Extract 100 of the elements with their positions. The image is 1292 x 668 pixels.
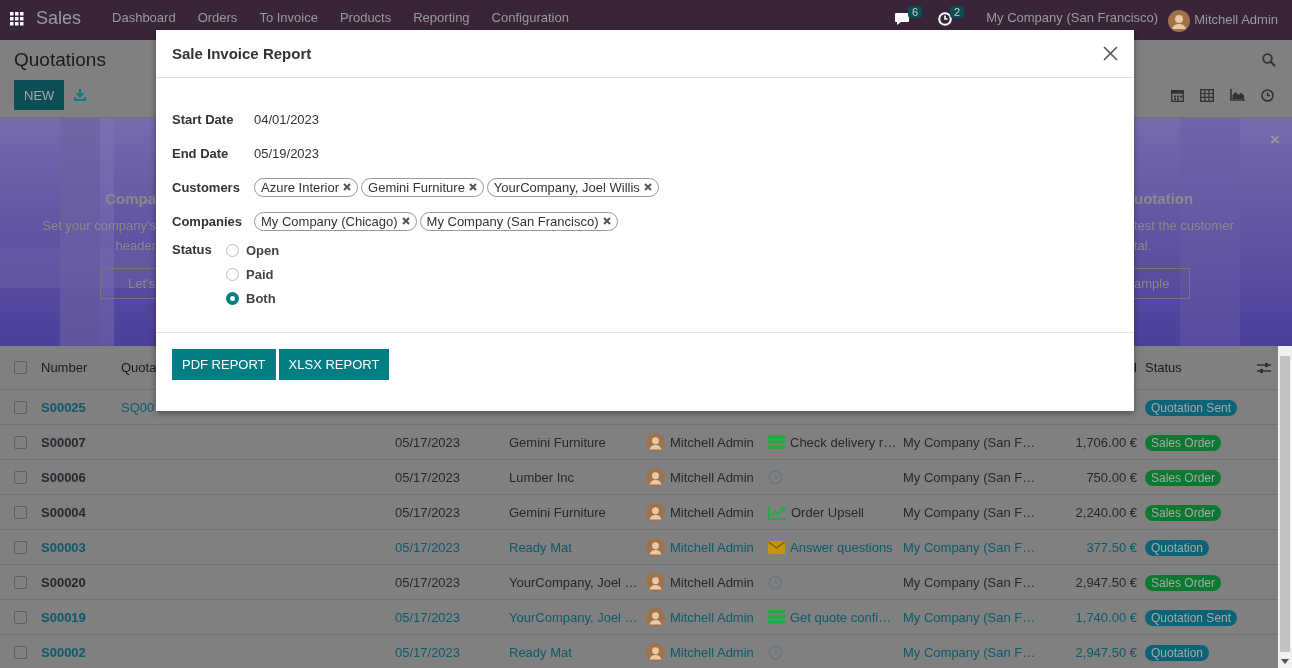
row-checkbox[interactable] <box>14 645 27 659</box>
company-name: My Company (San F… <box>903 644 1036 660</box>
radio-button[interactable] <box>226 291 239 305</box>
salesperson-name: Mitchell Admin <box>670 644 754 660</box>
chat-icon[interactable] <box>894 12 910 26</box>
status-badge: Quotation <box>1145 539 1210 556</box>
list-icon[interactable] <box>768 610 785 624</box>
order-number: S00007 <box>41 434 87 450</box>
row-checkbox[interactable] <box>14 400 27 414</box>
order-date: 05/17/2023 <box>395 609 461 625</box>
order-total: 1,706.00 € <box>1075 434 1137 450</box>
company-name: My Company (San F… <box>903 574 1036 590</box>
status-badge: Sales Order <box>1145 469 1222 486</box>
order-number: S00019 <box>41 609 87 625</box>
line-chart-icon[interactable] <box>768 504 786 520</box>
order-total: 1,740.00 € <box>1075 609 1137 625</box>
remove-icon[interactable] <box>643 183 652 191</box>
date-field[interactable]: 05/19/2023 <box>254 143 320 163</box>
remove-icon[interactable] <box>343 183 352 191</box>
menu-item[interactable]: Products <box>339 10 392 25</box>
download-icon[interactable] <box>74 89 87 101</box>
menu-item[interactable]: Configuration <box>491 10 569 25</box>
field-label: Start Date <box>172 111 235 127</box>
activity-summary: Answer questions <box>790 539 893 555</box>
order-number: S00025 <box>41 399 87 415</box>
order-date: 05/17/2023 <box>395 539 461 555</box>
list-icon[interactable] <box>768 435 785 449</box>
search-icon[interactable] <box>1262 53 1276 67</box>
field-label: End Date <box>172 145 230 161</box>
apps-grid-icon[interactable] <box>10 12 24 26</box>
order-total: 2,240.00 € <box>1075 504 1137 520</box>
salesperson-name: Mitchell Admin <box>670 434 754 450</box>
order-total: 2,947.50 € <box>1075 644 1137 660</box>
row-checkbox[interactable] <box>14 610 27 624</box>
column-header[interactable]: Status <box>1145 360 1250 375</box>
order-date: 05/17/2023 <box>395 434 461 450</box>
salesperson-name: Mitchell Admin <box>670 504 754 520</box>
banner-text: tal. <box>1134 237 1152 255</box>
row-checkbox[interactable] <box>14 540 27 554</box>
area-chart-icon[interactable] <box>1230 89 1245 101</box>
activities-badge: 2 <box>950 6 965 18</box>
avatar-icon <box>646 642 665 662</box>
customer-name: YourCompany, Joel … <box>509 609 638 625</box>
date-field[interactable]: 04/01/2023 <box>254 109 320 129</box>
report-button[interactable]: XLSX REPORT <box>278 349 390 380</box>
page-title: Quotations <box>14 49 106 71</box>
customer-name: YourCompany, Joel … <box>509 574 638 590</box>
column-settings-icon[interactable] <box>1257 361 1271 374</box>
company-name: My Company (San F… <box>903 469 1036 485</box>
company-name: My Company (San F… <box>903 504 1036 520</box>
menu-item[interactable]: Dashboard <box>112 10 176 25</box>
row-checkbox[interactable] <box>14 575 27 589</box>
remove-icon[interactable] <box>602 217 611 225</box>
select-all-checkbox[interactable] <box>14 361 27 374</box>
new-button[interactable]: NEW <box>14 80 65 110</box>
pivot-table-icon[interactable] <box>1200 88 1214 102</box>
calendar-icon[interactable] <box>1171 88 1184 102</box>
user-name[interactable]: Mitchell Admin <box>1194 12 1278 27</box>
row-checkbox[interactable] <box>14 435 27 449</box>
row-checkbox[interactable] <box>14 505 27 519</box>
salesperson-name: Mitchell Admin <box>670 574 754 590</box>
activity-summary: Get quote confi… <box>790 609 892 625</box>
remove-icon[interactable] <box>401 217 410 225</box>
report-button[interactable]: PDF REPORT <box>172 349 276 380</box>
customer-name: Lumber Inc <box>509 469 575 485</box>
scrollbar[interactable] <box>1278 346 1292 668</box>
radio-label[interactable]: Open <box>246 242 280 258</box>
menu-item[interactable]: Orders <box>197 10 238 25</box>
status-badge: Quotation Sent <box>1145 609 1238 626</box>
app-name[interactable]: Sales <box>36 8 82 29</box>
avatar-icon <box>646 502 665 522</box>
radio-label[interactable]: Paid <box>246 266 274 282</box>
activity-summary: Check delivery r… <box>790 434 897 450</box>
status-badge: Sales Order <box>1145 504 1222 521</box>
salesperson-name: Mitchell Admin <box>670 609 754 625</box>
activity-summary: Order Upsell <box>791 504 864 520</box>
customer-name: Ready Mat <box>509 644 572 660</box>
radio-label[interactable]: Both <box>246 290 276 306</box>
menu-item[interactable]: Reporting <box>413 10 470 25</box>
remove-icon[interactable] <box>468 183 477 191</box>
order-number: S00002 <box>41 644 87 660</box>
row-checkbox[interactable] <box>14 470 27 484</box>
envelope-icon[interactable] <box>768 540 785 554</box>
field-label: Customers <box>172 179 241 195</box>
column-header[interactable]: Number <box>41 360 121 375</box>
messages-badge: 6 <box>908 6 923 18</box>
avatar-icon <box>646 537 665 557</box>
status-badge: Sales Order <box>1145 434 1222 451</box>
close-icon[interactable] <box>1103 46 1118 61</box>
order-date: 05/17/2023 <box>395 469 461 485</box>
company-switcher[interactable]: My Company (San Francisco) <box>986 10 1159 25</box>
field-label: Companies <box>172 213 244 229</box>
order-total: 377.50 € <box>1086 539 1137 555</box>
avatar-icon <box>646 432 665 452</box>
user-avatar-icon[interactable] <box>1168 10 1191 32</box>
order-number: S00020 <box>41 574 87 590</box>
company-name: My Company (San F… <box>903 434 1036 450</box>
menu-item[interactable]: To Invoice <box>259 10 318 25</box>
status-badge: Quotation Sent <box>1145 399 1238 416</box>
order-total: 750.00 € <box>1086 469 1137 485</box>
